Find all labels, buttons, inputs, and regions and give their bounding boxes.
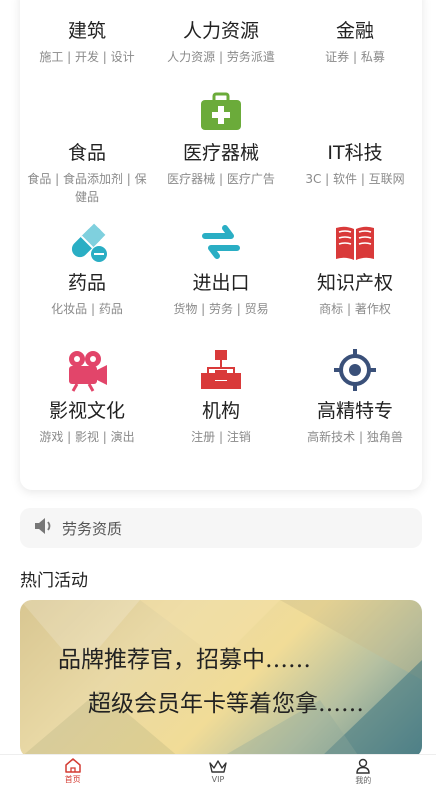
category-medical-device[interactable]: 医疗器械 医疗器械 | 医疗广告: [154, 90, 288, 188]
category-high-tech[interactable]: 高精特专 高新技术 | 独角兽: [288, 348, 422, 446]
pill-icon: [20, 220, 154, 264]
category-grid-card: 建筑 施工 | 开发 | 设计 人力资源 人力资源 | 劳务派遣 金融 证券 |…: [20, 0, 422, 490]
medical-kit-icon: [154, 90, 288, 134]
category-film-culture[interactable]: 影视文化 游戏 | 影视 | 演出: [20, 348, 154, 446]
category-subtitle: 商标 | 著作权: [319, 302, 391, 316]
notice-bar[interactable]: 劳务资质: [20, 508, 422, 548]
category-title: 金融: [335, 20, 374, 42]
exchange-arrows-icon: [154, 220, 288, 264]
category-subtitle: 游戏 | 影视 | 演出: [39, 430, 135, 444]
tab-label: 我的: [355, 775, 372, 785]
notice-text: 劳务资质: [62, 519, 123, 538]
user-icon: [356, 758, 371, 774]
tech-icon: [288, 90, 422, 134]
tab-label: VIP: [211, 774, 225, 784]
category-title: 食品: [67, 142, 106, 164]
category-title: 进出口: [192, 272, 250, 294]
category-title: 人力资源: [182, 20, 259, 42]
category-title: 影视文化: [48, 400, 125, 422]
category-subtitle: 医疗器械 | 医疗广告: [167, 172, 275, 186]
category-subtitle: 货物 | 劳务 | 贸易: [173, 302, 269, 316]
hot-activities-title: 热门活动: [20, 571, 88, 591]
category-title: IT科技: [327, 142, 383, 164]
movie-camera-icon: [20, 348, 154, 392]
banner-line-2: 超级会员年卡等着您拿……: [88, 691, 364, 717]
target-icon: [288, 348, 422, 392]
category-title: 医疗器械: [182, 142, 259, 164]
category-title: 知识产权: [316, 272, 393, 294]
category-ip[interactable]: 知识产权 商标 | 著作权: [288, 220, 422, 318]
category-hr[interactable]: 人力资源 人力资源 | 劳务派遣: [154, 12, 288, 66]
banner-background: [20, 600, 422, 758]
tab-vip[interactable]: VIP: [145, 755, 290, 788]
category-construction[interactable]: 建筑 施工 | 开发 | 设计: [20, 12, 154, 66]
activity-banner[interactable]: 品牌推荐官，招募中…… 超级会员年卡等着您拿……: [20, 600, 422, 758]
category-organization[interactable]: 机构 注册 | 注销: [154, 348, 288, 446]
food-icon: [20, 90, 154, 134]
category-title: 药品: [67, 272, 106, 294]
book-icon: [288, 220, 422, 264]
category-subtitle: 化妆品 | 药品: [51, 302, 123, 316]
bottom-tab-bar: 首页 VIP 我的: [0, 754, 436, 788]
category-drugs[interactable]: 药品 化妆品 | 药品: [20, 220, 154, 318]
category-subtitle: 证券 | 私募: [325, 50, 385, 64]
category-subtitle: 注册 | 注销: [191, 430, 251, 444]
crown-icon: [209, 759, 227, 773]
category-subtitle: 施工 | 开发 | 设计: [39, 50, 135, 64]
category-it-tech[interactable]: IT科技 3C | 软件 | 互联网: [288, 90, 422, 188]
category-food[interactable]: 食品 食品 | 食品添加剂 | 保健品: [20, 90, 154, 206]
category-finance[interactable]: 金融 证券 | 私募: [288, 12, 422, 66]
tab-label: 首页: [64, 775, 81, 784]
category-title: 高精特专: [316, 400, 393, 422]
tab-mine[interactable]: 我的: [291, 755, 436, 788]
category-subtitle: 3C | 软件 | 互联网: [305, 172, 405, 186]
banner-line-1: 品牌推荐官，招募中……: [58, 647, 311, 673]
category-subtitle: 食品 | 食品添加剂 | 保健品: [27, 172, 147, 204]
category-title: 机构: [201, 400, 240, 422]
category-subtitle: 人力资源 | 劳务派遣: [167, 50, 275, 64]
category-title: 建筑: [67, 20, 106, 42]
home-icon: [64, 758, 81, 773]
org-chart-icon: [154, 348, 288, 392]
category-import-export[interactable]: 进出口 货物 | 劳务 | 贸易: [154, 220, 288, 318]
speaker-icon: [34, 517, 54, 539]
category-subtitle: 高新技术 | 独角兽: [307, 430, 403, 444]
tab-home[interactable]: 首页: [0, 755, 145, 788]
